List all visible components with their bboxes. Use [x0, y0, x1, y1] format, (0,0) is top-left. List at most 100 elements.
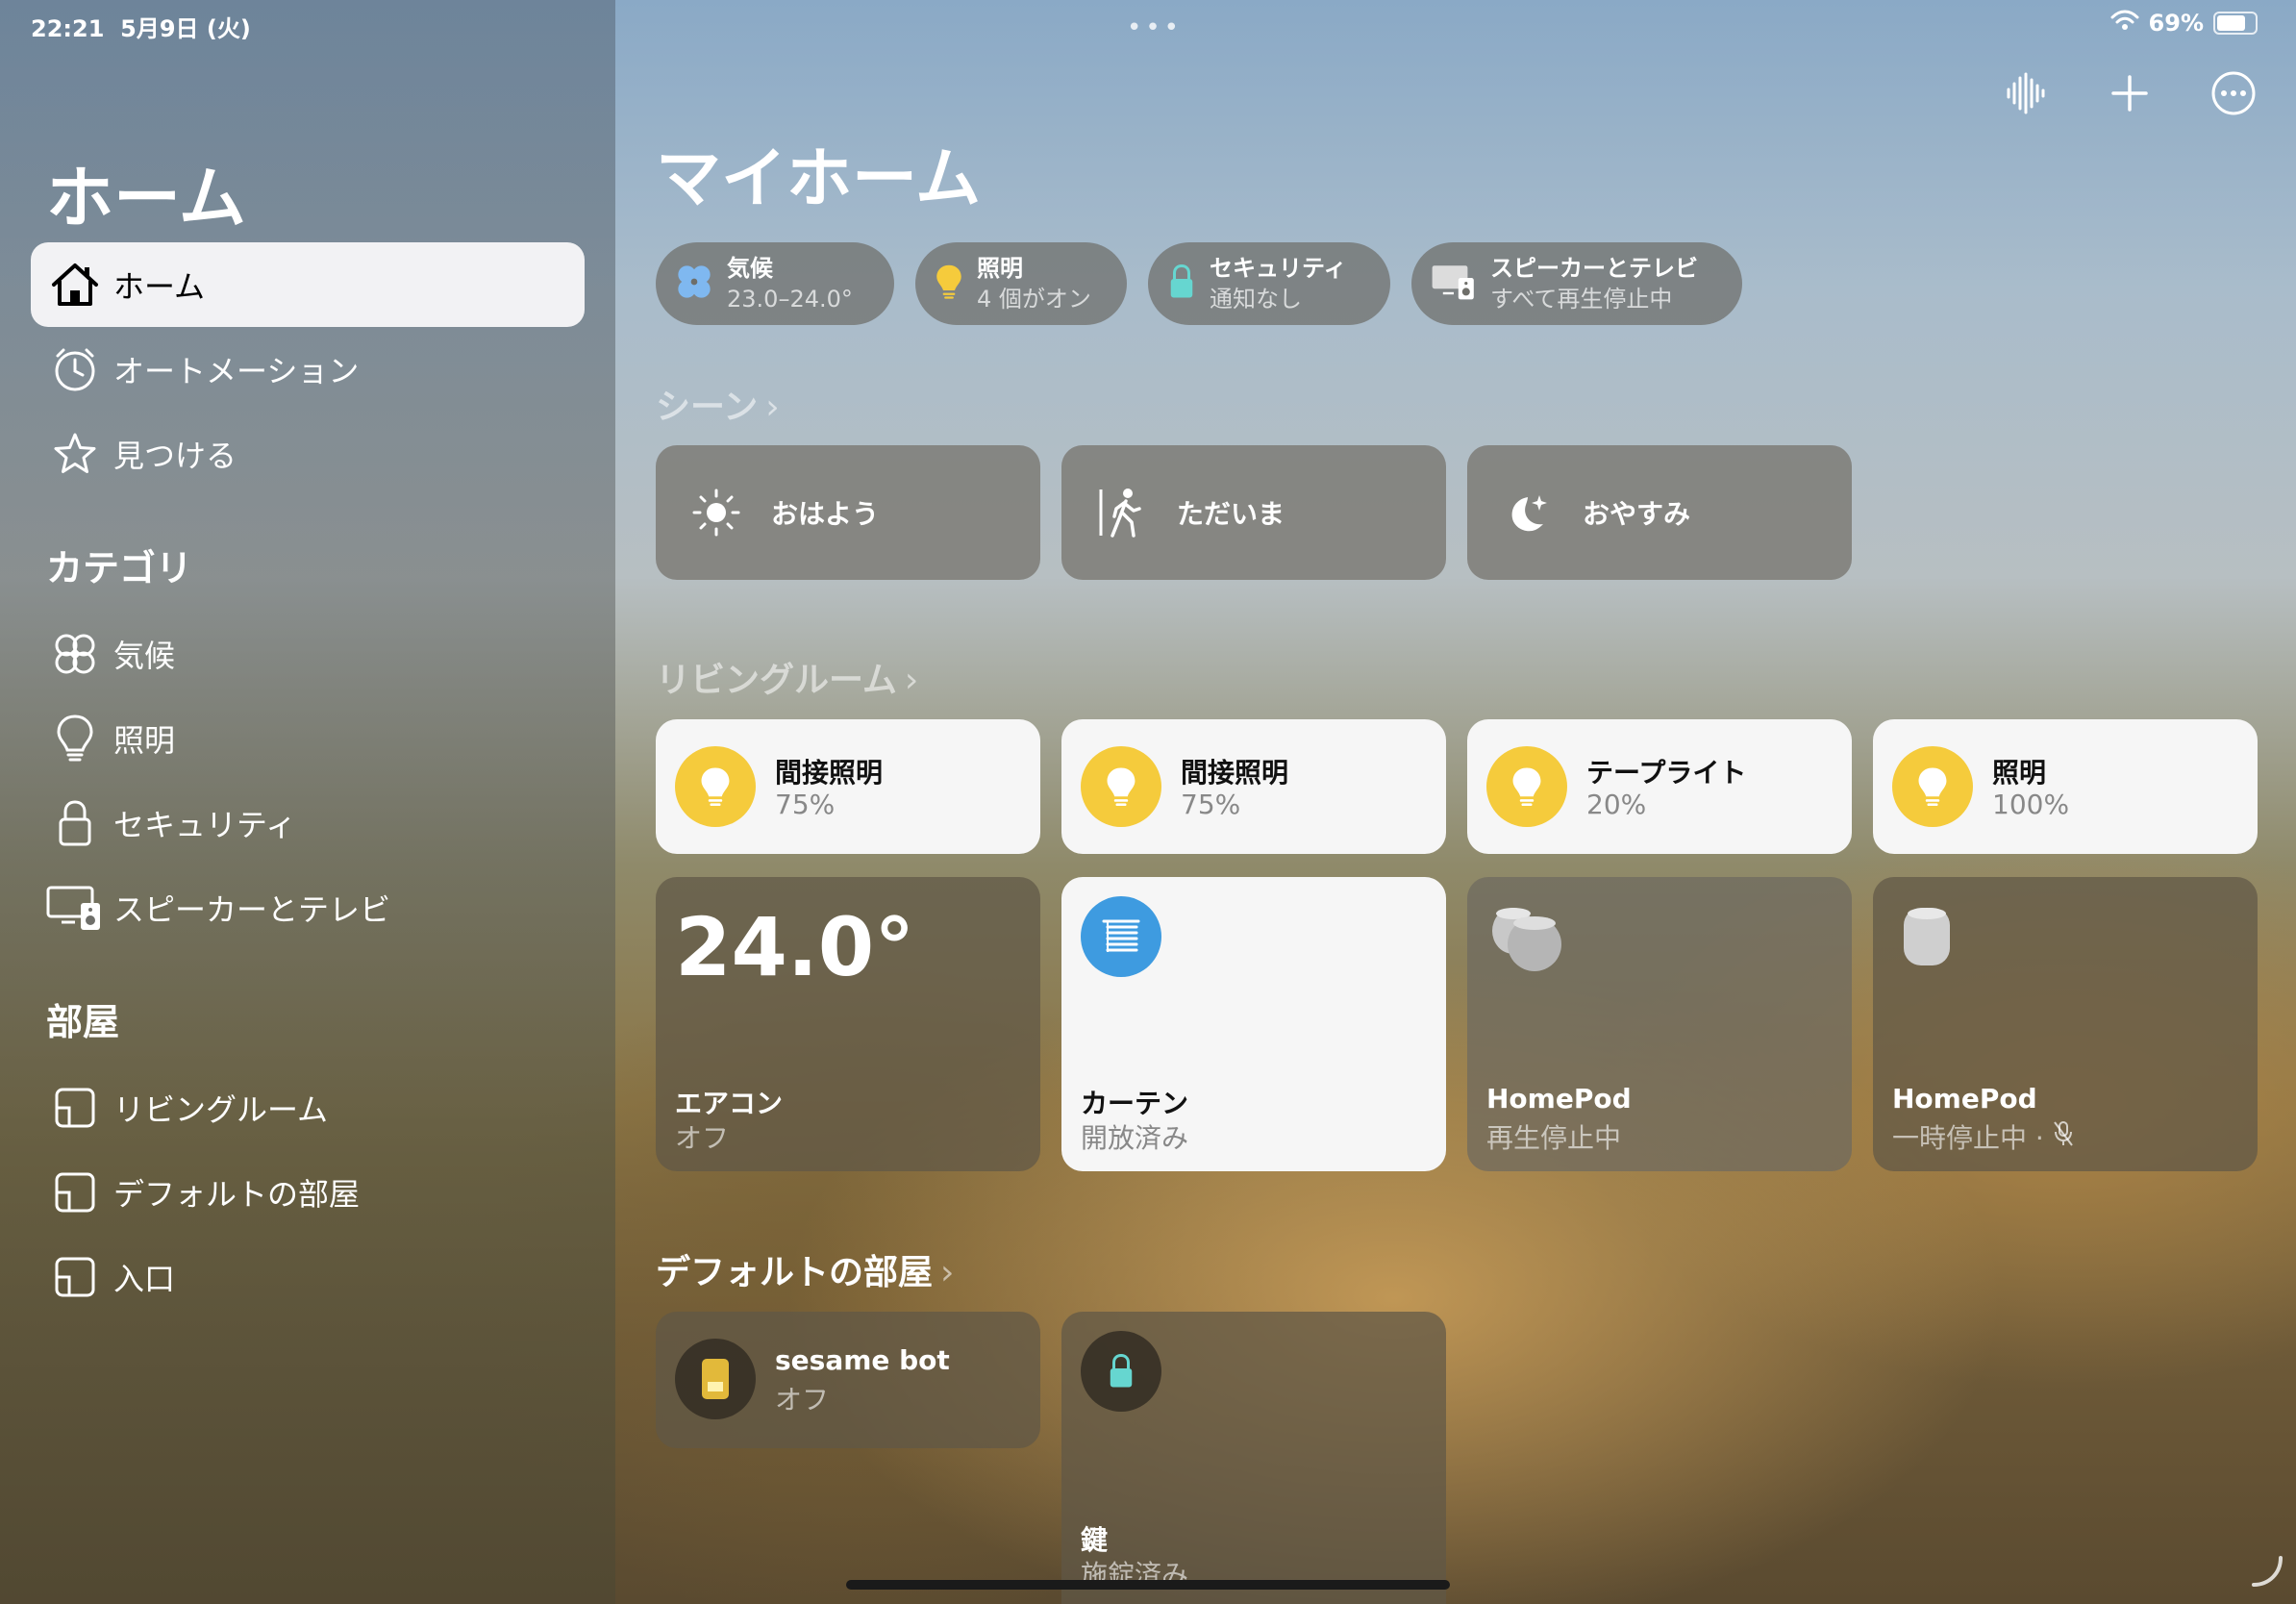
fan-icon [675, 263, 713, 305]
sidebar-item-climate[interactable]: 気候 [31, 612, 585, 696]
accessory-name: 間接照明 [1181, 757, 1289, 789]
status-time: 22:21 [31, 15, 105, 42]
bulb-icon[interactable] [1486, 746, 1567, 827]
scene-label: ただいま [1177, 498, 1285, 530]
speaker-tv-icon [1431, 263, 1477, 305]
accessory-status: 100% [1992, 789, 2070, 820]
speaker-tv-icon [46, 881, 104, 935]
status-date: 5月9日 (火) [120, 15, 251, 42]
homepod-tile[interactable]: HomePod 一時停止中 · [1873, 877, 2258, 1171]
section-title: シーン [656, 388, 759, 427]
homepod-pair-icon [1486, 902, 1567, 979]
chip-title: 照明 [977, 255, 1023, 282]
categories-heading: カテゴリ [46, 547, 193, 589]
bulb-icon[interactable] [675, 746, 756, 827]
status-bar-right: 69% [2110, 10, 2258, 37]
chip-title: 気候 [727, 255, 773, 282]
scene-welcome-home[interactable]: ただいま [1061, 445, 1446, 580]
accessory-status: 20% [1586, 789, 1647, 820]
rooms-heading: 部屋 [46, 1001, 120, 1043]
sesame-bot-tile[interactable]: sesame bot オフ [656, 1312, 1040, 1448]
home-indicator[interactable] [846, 1580, 1450, 1590]
sidebar-item-automation[interactable]: オートメーション [31, 327, 585, 412]
accessory-name: sesame bot [775, 1344, 950, 1376]
sidebar: ホーム ホーム オートメーション 見つける カテゴリ 気候 照明 セキュリティ … [0, 0, 615, 1604]
sidebar-item-default-room[interactable]: デフォルトの部屋 [31, 1150, 585, 1235]
homepod-tile[interactable]: HomePod 再生停止中 [1467, 877, 1852, 1171]
bulb-icon [935, 263, 963, 305]
ellipsis-circle-icon[interactable] [2209, 69, 2258, 117]
fan-icon [46, 627, 104, 681]
sidebar-title: ホーム [46, 159, 246, 238]
temperature-readout: 24.0° [675, 900, 915, 994]
waveform-icon[interactable] [2002, 69, 2050, 117]
chip-lighting[interactable]: 照明 4 個がオン [915, 242, 1127, 325]
scene-good-morning[interactable]: おはよう [656, 445, 1040, 580]
light-tile[interactable]: 間接照明 75% [1061, 719, 1446, 854]
sidebar-item-label: デフォルトの部屋 [113, 1176, 361, 1213]
lock-icon [1167, 263, 1196, 305]
multitasking-dots[interactable]: ••• [1127, 13, 1183, 42]
accessory-status: オフ [675, 1122, 730, 1154]
chip-speakers-tv[interactable]: スピーカーとテレビ すべて再生停止中 [1411, 242, 1742, 325]
sidebar-item-label: オートメーション [113, 353, 360, 389]
chip-subtitle: 23.0–24.0° [727, 286, 853, 313]
sidebar-item-label: リビングルーム [113, 1091, 329, 1128]
house-icon [46, 258, 104, 312]
sidebar-item-lighting[interactable]: 照明 [31, 696, 585, 781]
section-title: デフォルトの部屋 [656, 1253, 934, 1292]
blinds-icon[interactable] [1081, 896, 1161, 977]
lock-icon [46, 796, 104, 850]
chevron-right-icon: › [765, 388, 780, 427]
section-living-room[interactable]: リビングルーム › [656, 652, 918, 702]
chip-security[interactable]: セキュリティ 通知なし [1148, 242, 1390, 325]
walking-person-icon [1096, 487, 1148, 539]
sidebar-item-entrance[interactable]: 入口 [31, 1235, 585, 1319]
section-default-room[interactable]: デフォルトの部屋 › [656, 1244, 954, 1294]
sidebar-item-living-room[interactable]: リビングルーム [31, 1065, 585, 1150]
accessory-name: HomePod [1892, 1083, 2037, 1115]
bulb-icon[interactable] [1892, 746, 1973, 827]
plus-icon[interactable] [2106, 69, 2154, 117]
accessory-name: テープライト [1586, 757, 1747, 789]
sidebar-item-label: 入口 [113, 1261, 176, 1297]
clock-icon [46, 342, 104, 396]
accessory-name: 間接照明 [775, 757, 884, 789]
light-tile[interactable]: 照明 100% [1873, 719, 2258, 854]
sidebar-item-label: 照明 [113, 722, 176, 759]
resize-handle-icon[interactable] [2250, 1554, 2284, 1592]
sidebar-item-speakers-tv[interactable]: スピーカーとテレビ [31, 865, 585, 950]
sidebar-item-label: 見つける [113, 438, 237, 474]
battery-fill [2217, 15, 2245, 31]
scene-good-night[interactable]: おやすみ [1467, 445, 1852, 580]
curtain-tile[interactable]: カーテン 開放済み [1061, 877, 1446, 1171]
sidebar-item-home[interactable]: ホーム [31, 242, 585, 327]
wifi-icon [2110, 10, 2139, 37]
lock-icon[interactable] [1081, 1331, 1161, 1412]
room-icon [46, 1250, 104, 1304]
chip-subtitle: すべて再生停止中 [1490, 286, 1673, 313]
chevron-right-icon: › [904, 661, 919, 700]
sidebar-item-label: セキュリティ [113, 807, 297, 843]
bulb-icon[interactable] [1081, 746, 1161, 827]
status-bar-time: 22:21 5月9日 (火) [31, 10, 251, 43]
sidebar-item-label: スピーカーとテレビ [113, 891, 391, 928]
sun-icon [690, 487, 742, 539]
sidebar-item-discover[interactable]: 見つける [31, 412, 585, 496]
accessory-status: 75% [1181, 789, 1241, 820]
accessory-name: エアコン [675, 1088, 784, 1119]
light-tile[interactable]: 間接照明 75% [656, 719, 1040, 854]
sidebar-item-security[interactable]: セキュリティ [31, 781, 585, 865]
switch-bot-icon[interactable] [675, 1339, 756, 1419]
section-scenes[interactable]: シーン › [656, 379, 780, 429]
accessory-status: 再生停止中 [1486, 1122, 1622, 1154]
chip-climate[interactable]: 気候 23.0–24.0° [656, 242, 894, 325]
accessory-name: 鍵 [1081, 1524, 1109, 1556]
accessory-status: オフ [775, 1384, 830, 1416]
star-icon [46, 427, 104, 481]
aircon-tile[interactable]: 24.0° エアコン オフ [656, 877, 1040, 1171]
lock-tile[interactable]: 鍵 施錠済み [1061, 1312, 1446, 1604]
light-tile[interactable]: テープライト 20% [1467, 719, 1852, 854]
accessory-name: カーテン [1081, 1088, 1189, 1119]
chevron-right-icon: › [940, 1253, 955, 1292]
